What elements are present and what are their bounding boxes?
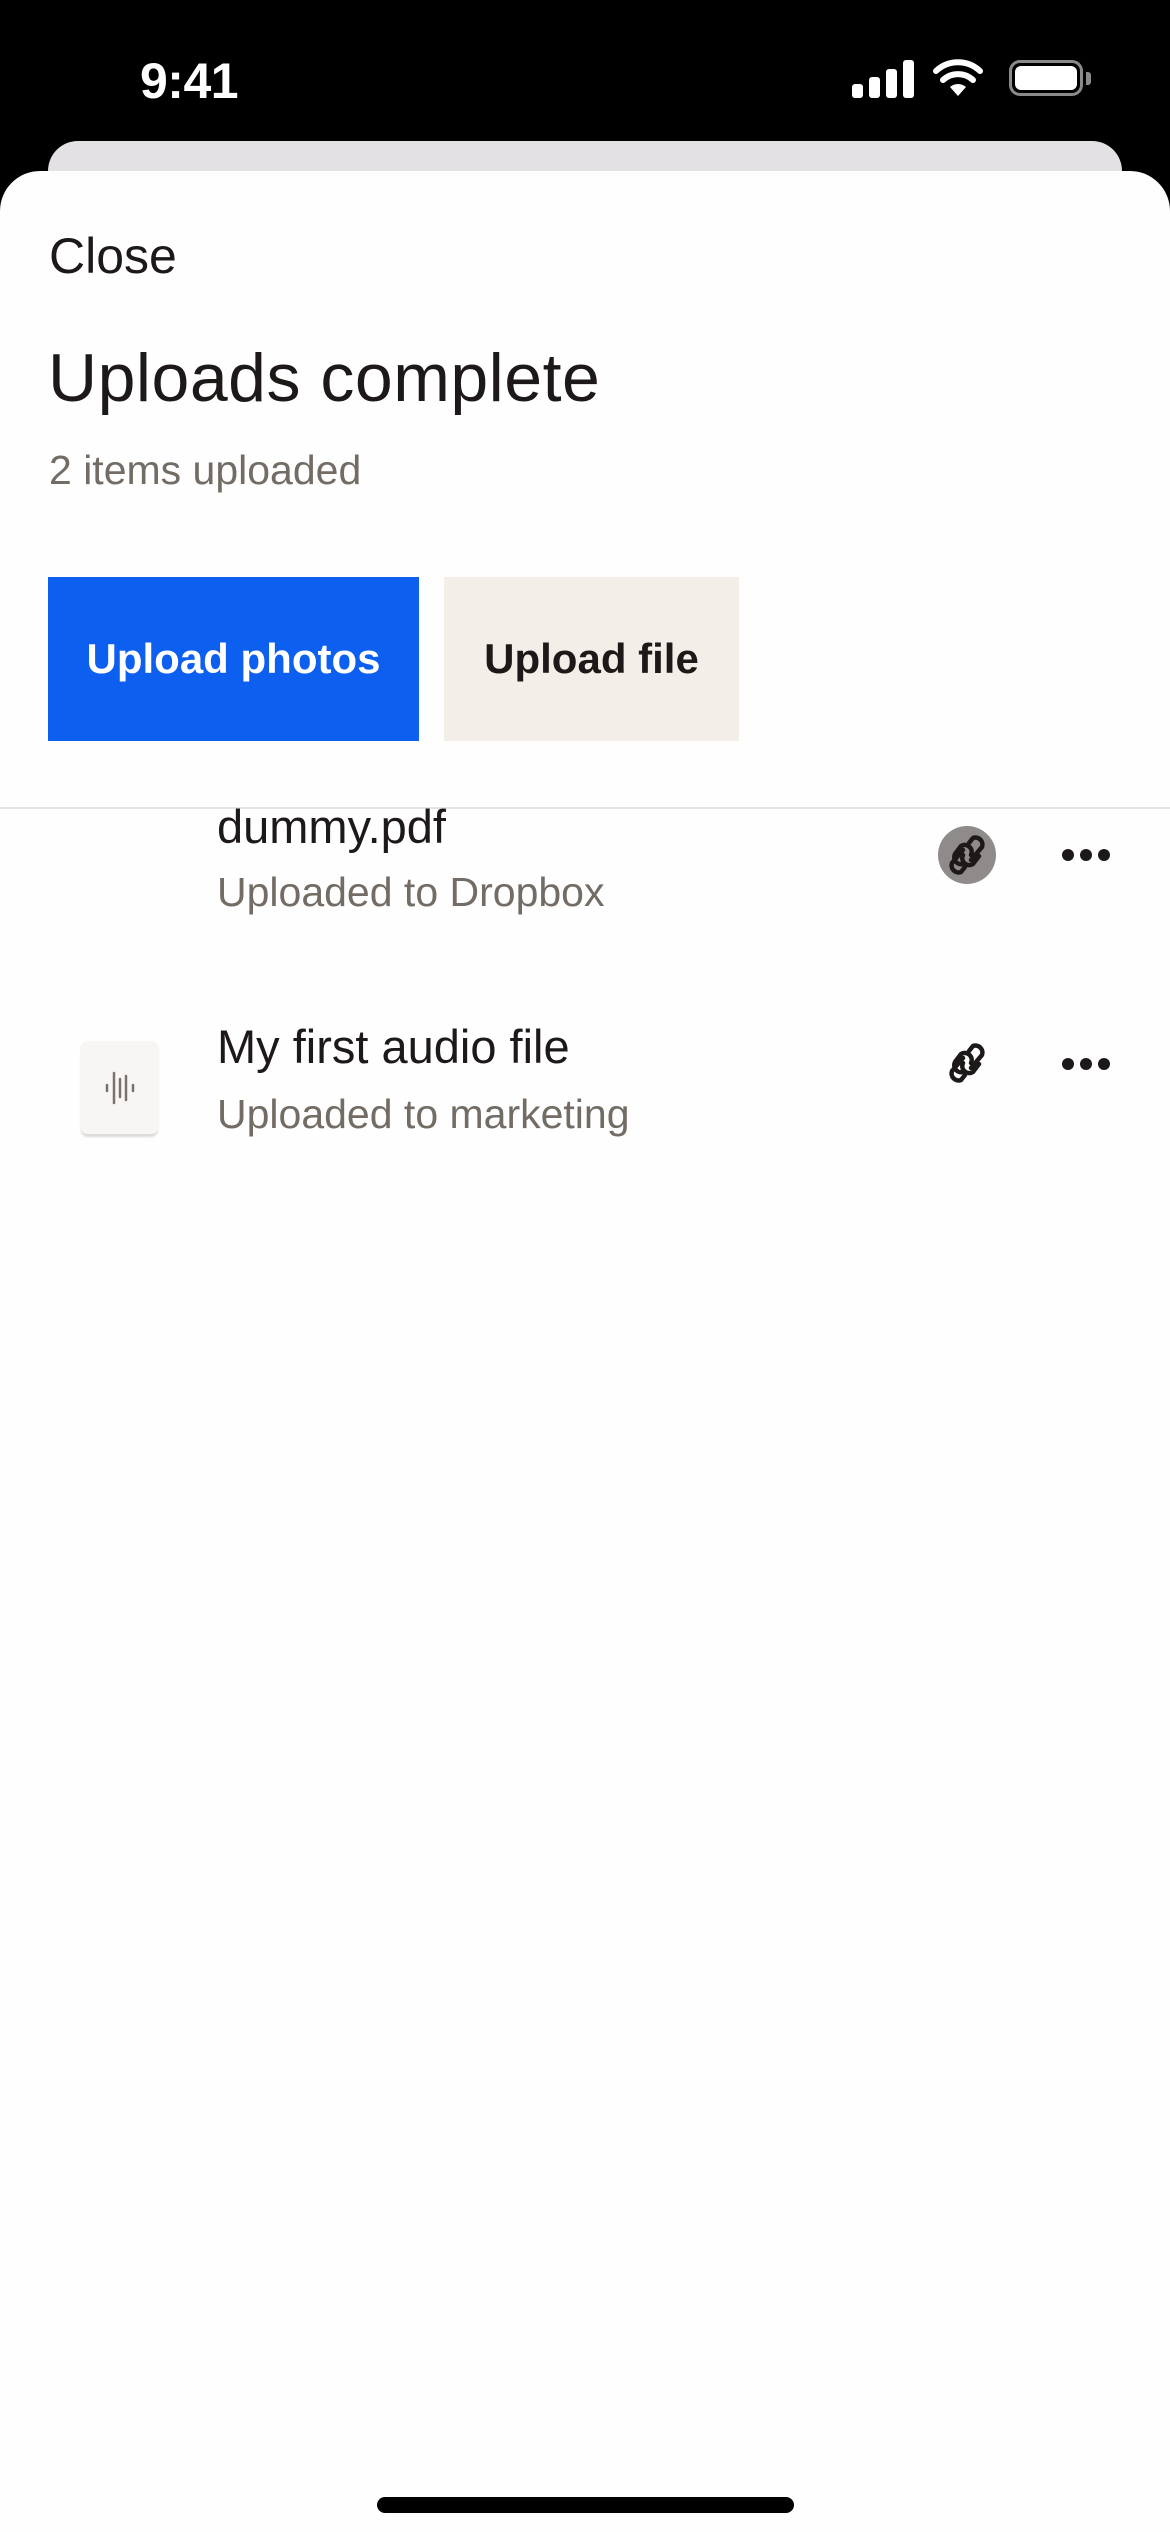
more-dot: [1062, 849, 1074, 861]
more-dot: [1080, 1058, 1092, 1070]
file-destination: Uploaded to Dropbox: [217, 869, 605, 915]
file-name: dummy.pdf: [217, 800, 446, 853]
more-dot: [1098, 849, 1110, 861]
upload-list-item[interactable]: dummy.pdf Uploaded to Dropbox: [0, 791, 1170, 991]
battery-icon: [1009, 60, 1083, 96]
cellular-signal-icon: [852, 60, 914, 98]
link-icon: [949, 1043, 985, 1083]
sheet-subtitle: 2 items uploaded: [49, 447, 362, 493]
audio-waveform-icon: [105, 1071, 134, 1104]
wifi-icon: [933, 59, 983, 96]
upload-file-button[interactable]: Upload file: [444, 577, 739, 741]
upload-list-item[interactable]: My first audio file Uploaded to marketin…: [0, 1011, 1170, 1211]
link-icon: [949, 835, 985, 875]
file-name: My first audio file: [217, 1020, 570, 1073]
close-button[interactable]: Close: [49, 227, 177, 285]
file-destination: Uploaded to marketing: [217, 1091, 630, 1137]
more-dot: [1062, 1058, 1074, 1070]
status-time: 9:41: [140, 53, 239, 109]
file-thumbnail: [80, 1041, 159, 1134]
more-options-button[interactable]: [1052, 1044, 1120, 1084]
copy-link-button[interactable]: [938, 826, 996, 884]
sheet-title: Uploads complete: [48, 340, 601, 416]
status-icons: [852, 58, 1142, 100]
uploads-sheet: Close Uploads complete 2 items uploaded …: [0, 171, 1170, 2532]
more-options-button[interactable]: [1052, 835, 1120, 875]
copy-link-button[interactable]: [938, 1034, 996, 1092]
battery-cap: [1086, 72, 1091, 85]
home-indicator[interactable]: [377, 2497, 794, 2513]
more-dot: [1080, 849, 1092, 861]
upload-photos-button[interactable]: Upload photos: [48, 577, 419, 741]
more-dot: [1098, 1058, 1110, 1070]
